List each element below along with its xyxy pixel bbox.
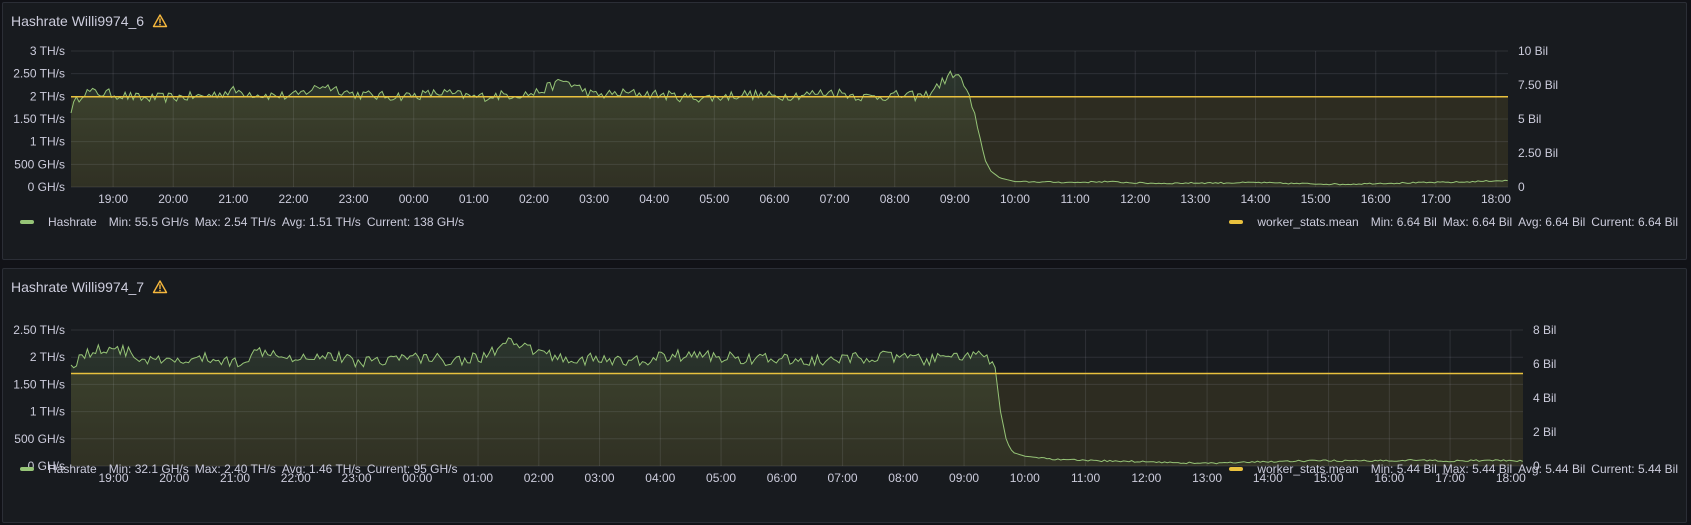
y-left-tick-label: 1 TH/s bbox=[30, 135, 65, 149]
x-tick-label: 10:00 bbox=[1000, 192, 1030, 206]
legend-avg: Avg: 6.64 Bil bbox=[1518, 215, 1586, 229]
x-tick-label: 20:00 bbox=[158, 192, 188, 206]
legend-avg: Avg: 1.51 TH/s bbox=[281, 215, 361, 229]
x-tick-label: 08:00 bbox=[880, 192, 910, 206]
x-tick-label: 00:00 bbox=[399, 192, 429, 206]
legend-avg: Avg: 1.46 TH/s bbox=[281, 462, 361, 476]
warning-triangle-icon[interactable] bbox=[152, 13, 168, 29]
y-left-tick-label: 1 TH/s bbox=[30, 405, 65, 419]
x-tick-label: 11:00 bbox=[1061, 192, 1090, 206]
legend-avg: Avg: 5.44 Bil bbox=[1518, 462, 1586, 476]
legend-series-name[interactable]: Hashrate bbox=[48, 462, 97, 476]
x-tick-label: 04:00 bbox=[639, 192, 669, 206]
hashrate-panel-6: Hashrate Willi9974_6 0 GH/s 500 GH/s 1 TH/… bbox=[2, 2, 1687, 260]
legend-max: Max: 2.40 TH/s bbox=[194, 462, 276, 476]
y-left-tick-label: 1.50 TH/s bbox=[13, 377, 65, 391]
legend-series-name[interactable]: Hashrate bbox=[48, 215, 97, 229]
legend: Hashrate Min: 55.5 GH/s Max: 2.54 TH/s A… bbox=[3, 215, 1686, 233]
legend-max: Max: 6.64 Bil bbox=[1442, 215, 1513, 229]
x-tick-label: 07:00 bbox=[820, 192, 850, 206]
y-right-tick-label: 5 Bil bbox=[1518, 112, 1541, 126]
x-tick-label: 12:00 bbox=[1120, 192, 1150, 206]
y-right-tick-label: 2.50 Bil bbox=[1518, 146, 1558, 160]
x-tick-label: 02:00 bbox=[519, 192, 549, 206]
y-left-tick-label: 500 GH/s bbox=[14, 432, 65, 446]
legend-current: Current: 138 GH/s bbox=[366, 215, 465, 229]
x-tick-label: 18:00 bbox=[1481, 192, 1511, 206]
legend-current: Current: 95 GH/s bbox=[366, 462, 458, 476]
x-tick-label: 17:00 bbox=[1421, 192, 1451, 206]
hashrate-panel-7: Hashrate Willi9974_7 0 GH/s 500 GH/s 1 TH/… bbox=[2, 268, 1687, 523]
y-left-tick-label: 500 GH/s bbox=[14, 157, 65, 171]
y-right-tick-label: 7.50 Bil bbox=[1518, 78, 1558, 92]
y-right-tick-label: 0 bbox=[1518, 180, 1525, 194]
y-left-tick-label: 2 TH/s bbox=[30, 350, 65, 364]
warning-triangle-icon[interactable] bbox=[152, 279, 168, 295]
y-right-tick-label: 8 Bil bbox=[1533, 323, 1556, 337]
legend-series-name[interactable]: worker_stats.mean bbox=[1257, 215, 1358, 229]
legend-item-hashrate[interactable]: Hashrate Min: 32.1 GH/s Max: 2.40 TH/s A… bbox=[20, 462, 458, 476]
y-right-tick-label: 10 Bil bbox=[1518, 44, 1548, 58]
legend-max: Max: 2.54 TH/s bbox=[194, 215, 276, 229]
x-tick-label: 14:00 bbox=[1240, 192, 1270, 206]
x-tick-label: 06:00 bbox=[759, 192, 789, 206]
legend-swatch bbox=[1229, 220, 1244, 224]
x-tick-label: 16:00 bbox=[1361, 192, 1391, 206]
legend-swatch bbox=[1229, 467, 1244, 471]
y-left-tick-label: 2.50 TH/s bbox=[13, 323, 65, 337]
y-left-tick-label: 2 TH/s bbox=[30, 89, 65, 103]
y-right-tick-label: 4 Bil bbox=[1533, 391, 1556, 405]
y-left-tick-label: 0 GH/s bbox=[28, 180, 65, 194]
legend: Hashrate Min: 32.1 GH/s Max: 2.40 TH/s A… bbox=[3, 462, 1686, 480]
legend-min: Min: 55.5 GH/s bbox=[108, 215, 189, 229]
y-left-tick-label: 3 TH/s bbox=[30, 44, 65, 58]
legend-min: Min: 5.44 Bil bbox=[1370, 462, 1437, 476]
x-tick-label: 01:00 bbox=[459, 192, 489, 206]
x-tick-label: 19:00 bbox=[98, 192, 128, 206]
panel-title[interactable]: Hashrate Willi9974_6 bbox=[11, 13, 144, 29]
y-right-tick-label: 2 Bil bbox=[1533, 425, 1556, 439]
x-tick-label: 22:00 bbox=[278, 192, 308, 206]
y-right-tick-label: 6 Bil bbox=[1533, 357, 1556, 371]
legend-swatch bbox=[20, 467, 34, 471]
panel-header: Hashrate Willi9974_7 bbox=[11, 277, 168, 297]
legend-current: Current: 6.64 Bil bbox=[1591, 215, 1678, 229]
x-tick-label: 05:00 bbox=[699, 192, 729, 206]
x-tick-label: 21:00 bbox=[218, 192, 248, 206]
legend-series-name[interactable]: worker_stats.mean bbox=[1257, 462, 1358, 476]
x-tick-label: 23:00 bbox=[339, 192, 369, 206]
x-tick-label: 15:00 bbox=[1301, 192, 1331, 206]
x-tick-label: 09:00 bbox=[940, 192, 970, 206]
x-tick-label: 03:00 bbox=[579, 192, 609, 206]
y-left-tick-label: 2.50 TH/s bbox=[13, 67, 65, 81]
legend-item-worker-stats[interactable]: worker_stats.mean Min: 6.64 Bil Max: 6.6… bbox=[1229, 215, 1678, 229]
y-left-tick-label: 1.50 TH/s bbox=[13, 112, 65, 126]
legend-current: Current: 5.44 Bil bbox=[1591, 462, 1678, 476]
legend-swatch bbox=[20, 220, 34, 224]
legend-min: Min: 6.64 Bil bbox=[1370, 215, 1437, 229]
legend-item-hashrate[interactable]: Hashrate Min: 55.5 GH/s Max: 2.54 TH/s A… bbox=[20, 215, 464, 229]
x-tick-label: 13:00 bbox=[1180, 192, 1210, 206]
hashrate-chart[interactable]: 0 GH/s500 GH/s1 TH/s1.50 TH/s2 TH/s2.50 … bbox=[3, 303, 1688, 485]
hashrate-chart[interactable]: 0 GH/s 500 GH/s 1 TH/s 1.50 TH/s 2 TH/s 2.50 … bbox=[3, 37, 1688, 217]
legend-min: Min: 32.1 GH/s bbox=[108, 462, 189, 476]
legend-max: Max: 5.44 Bil bbox=[1442, 462, 1513, 476]
panel-header: Hashrate Willi9974_6 bbox=[11, 11, 168, 31]
panel-title[interactable]: Hashrate Willi9974_7 bbox=[11, 279, 144, 295]
legend-item-worker-stats[interactable]: worker_stats.mean Min: 5.44 Bil Max: 5.4… bbox=[1229, 462, 1678, 476]
